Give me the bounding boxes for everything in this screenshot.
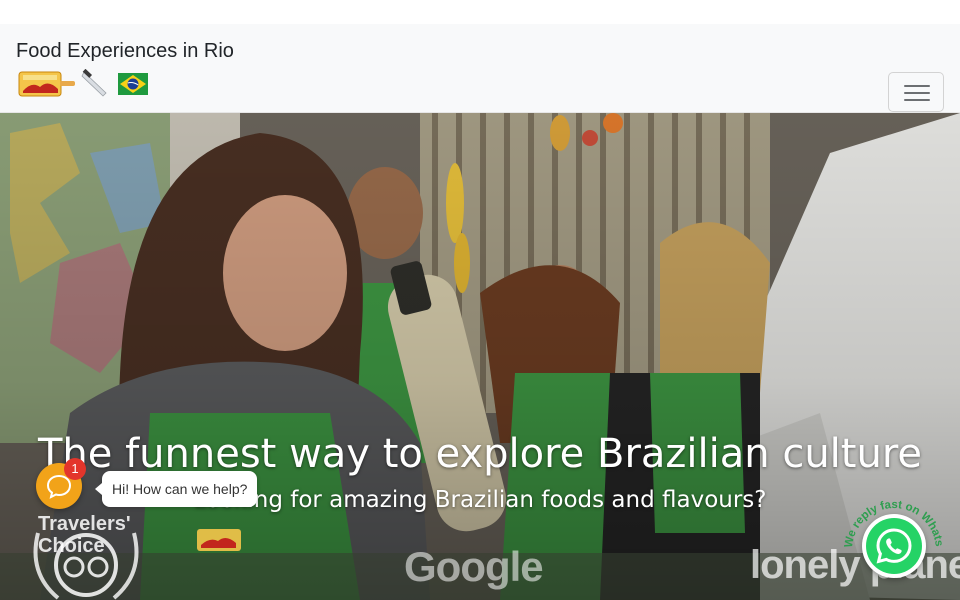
navbar: Food Experiences in Rio [0,24,960,113]
google-badge: Google [404,543,544,590]
chat-greeting-bubble[interactable]: Hi! How can we help? [94,471,258,507]
top-spacer [0,0,960,24]
whatsapp-icon [876,528,912,564]
navbar-toggler-button[interactable] [888,72,944,112]
cook-in-rio-logo [18,71,75,97]
hamburger-menu-icon [904,85,930,101]
tripadvisor-text-line-1: Travelers' [38,513,131,535]
whatsapp-circle [866,518,922,574]
whatsapp-button[interactable]: We reply fast on WhatsApp [838,494,948,600]
brand-icons [18,69,148,98]
brand-title[interactable]: Food Experiences in Rio [16,40,234,63]
hero-section: Travelers' Choice Google lonely planet T… [0,113,960,600]
tripadvisor-badge-text: Travelers' Choice [38,513,131,557]
brazil-flag-icon [118,73,148,95]
cook-in-rio-small-logo [197,529,241,551]
chat-unread-badge: 1 [64,458,86,480]
chef-knife-icon [81,69,107,97]
tripadvisor-text-line-2: Choice [38,535,105,557]
